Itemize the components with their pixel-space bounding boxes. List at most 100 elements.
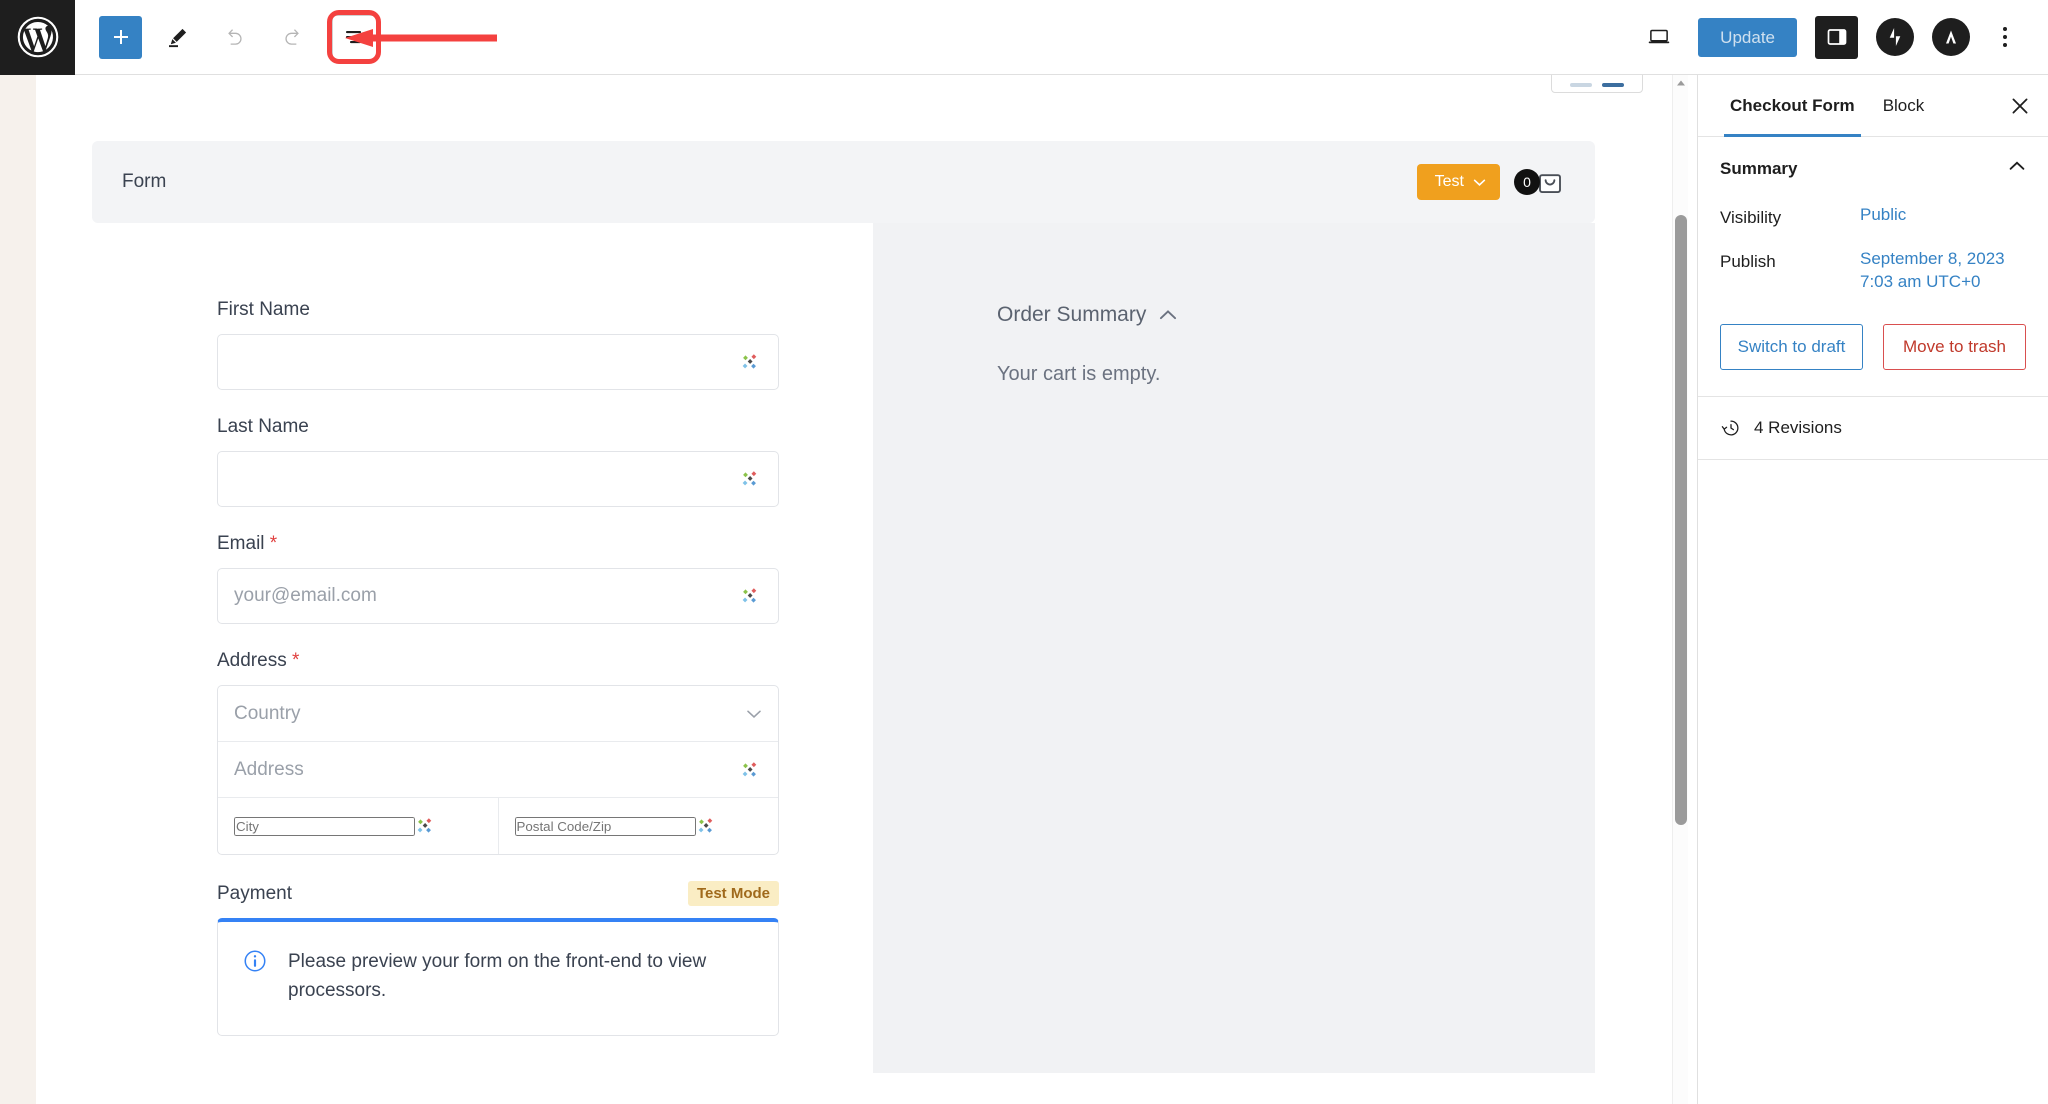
payment-notice-text: Please preview your form on the front-en… [288, 951, 707, 1001]
field-email: Email * [217, 533, 779, 624]
jetpack-icon [1889, 28, 1901, 46]
scrollbar-up-arrow[interactable] [1673, 75, 1689, 91]
cart-count-badge: 0 [1514, 169, 1540, 195]
checkout-form-block[interactable]: Form Test 0 First Name Last Name Email *… [92, 141, 1595, 1073]
test-mode-dropdown-label: Test [1434, 173, 1464, 190]
cart-indicator[interactable]: 0 [1514, 167, 1565, 197]
autofill-diamonds-icon[interactable] [740, 759, 762, 781]
close-sidebar-button[interactable] [1998, 84, 2042, 128]
field-label-email-text: Email [217, 533, 265, 554]
street-address-row[interactable] [218, 742, 778, 798]
autofill-diamonds-icon[interactable] [740, 351, 762, 373]
chevron-down-icon [747, 710, 761, 718]
triangle-plugin-icon [1946, 30, 1956, 44]
field-label-address: Address * [217, 650, 779, 672]
autofill-diamonds-icon[interactable] [740, 468, 762, 490]
city-input[interactable] [234, 816, 415, 836]
undo-arrow-icon [227, 29, 242, 45]
block-toolbar-peek[interactable] [1551, 75, 1643, 93]
list-view-button[interactable] [332, 15, 376, 59]
update-button[interactable]: Update [1698, 17, 1797, 57]
form-body: First Name Last Name Email * your@email.… [92, 223, 1595, 1073]
city-cell[interactable] [218, 798, 498, 854]
input-wrapper-email[interactable] [217, 568, 779, 624]
postal-code-input[interactable] [514, 816, 696, 836]
form-header-actions: Test 0 [1416, 164, 1565, 200]
autofill-diamonds-icon[interactable] [415, 815, 437, 837]
summary-collapse-toggle[interactable] [2008, 157, 2026, 180]
order-summary-title: Order Summary [997, 303, 1147, 326]
input-wrapper-last-name[interactable] [217, 451, 779, 507]
revisions-row[interactable]: 4 Revisions [1698, 397, 2048, 459]
pencil-icon [168, 28, 186, 48]
test-mode-badge: Test Mode [687, 881, 779, 906]
country-select[interactable] [234, 702, 746, 725]
publish-label: Publish [1720, 252, 1776, 271]
laptop-preview-icon [1648, 29, 1669, 44]
scrollbar-thumb[interactable] [1675, 215, 1687, 825]
publish-date-line-2: 7:03 am UTC+0 [1860, 271, 1981, 291]
field-first-name: First Name [217, 299, 779, 390]
required-asterisk-email: * [264, 533, 278, 554]
autofill-diamonds-icon[interactable] [696, 815, 718, 837]
document-overview-list-view-icon [346, 31, 361, 44]
toolbar-peek-item-1 [1570, 83, 1592, 87]
input-wrapper-first-name[interactable] [217, 334, 779, 390]
field-label-email: Email * [217, 533, 779, 555]
more-options-button[interactable] [1988, 16, 2022, 59]
plugin-button[interactable] [1932, 18, 1970, 56]
info-circle-icon [244, 950, 266, 972]
summary-section-header[interactable]: Summary [1698, 137, 2048, 196]
undo-button[interactable] [213, 16, 256, 59]
tab-checkout-form[interactable]: Checkout Form [1716, 75, 1869, 137]
wordpress-logo-button[interactable] [0, 0, 75, 75]
first-name-input[interactable] [234, 351, 740, 373]
field-address: Address * [217, 650, 779, 855]
visibility-value-button[interactable]: Public [1860, 204, 1906, 227]
preview-button[interactable] [1637, 16, 1680, 59]
kebab-more-options-icon [2003, 27, 2007, 31]
move-to-trash-button[interactable]: Move to trash [1883, 323, 2026, 370]
sidebar-divider-bottom [1698, 458, 2048, 460]
order-summary-empty-text: Your cart is empty. [997, 363, 1161, 385]
revisions-label: 4 Revisions [1754, 417, 1842, 437]
redo-arrow-icon [284, 29, 299, 45]
field-label-address-text: Address [217, 650, 287, 671]
form-left-column: First Name Last Name Email * your@email.… [92, 223, 873, 1073]
country-select-row[interactable] [218, 686, 778, 742]
edit-tool-button[interactable] [156, 16, 199, 59]
visibility-row: Visibility Public [1698, 196, 2048, 240]
payment-title: Payment [217, 882, 292, 904]
settings-sidebar-toggle-button[interactable] [1815, 15, 1858, 59]
last-name-input[interactable] [234, 468, 740, 490]
add-block-button[interactable] [99, 15, 142, 59]
switch-to-draft-button[interactable]: Switch to draft [1720, 323, 1863, 370]
order-summary-header[interactable]: Order Summary [997, 303, 1595, 327]
plus-icon [113, 30, 128, 44]
required-asterisk-address: * [286, 650, 300, 671]
order-summary-panel: Order Summary Your cart is empty. [873, 223, 1595, 1073]
sidebar-tab-bar: Checkout Form Block [1698, 75, 2048, 137]
postal-cell[interactable] [497, 798, 779, 854]
scroll-up-arrow-icon [1677, 80, 1685, 86]
field-last-name: Last Name [217, 416, 779, 507]
street-address-input[interactable] [234, 758, 740, 781]
chevron-up-icon[interactable] [1158, 305, 1178, 325]
test-mode-dropdown-button[interactable]: Test [1416, 164, 1500, 200]
payment-header: Payment Test Mode [217, 881, 779, 906]
editor-scrollbar[interactable] [1672, 75, 1688, 1104]
email-input[interactable] [234, 585, 740, 607]
form-block-header: Form Test 0 [92, 141, 1595, 223]
form-field-list: First Name Last Name Email * your@email.… [217, 299, 779, 1036]
post-action-buttons: Switch to draft Move to trash [1698, 302, 2048, 396]
list-view-button-wrapper [327, 10, 381, 64]
redo-button[interactable] [270, 16, 313, 59]
publish-date-button[interactable]: September 8, 2023 7:03 am UTC+0 [1860, 248, 2005, 294]
autofill-diamonds-icon[interactable] [740, 585, 762, 607]
editor-canvas: Form Test 0 First Name Last Name Email *… [36, 75, 1688, 1104]
form-block-title: Form [122, 171, 167, 192]
address-group [217, 685, 779, 855]
jetpack-button[interactable] [1876, 18, 1914, 56]
editor-top-bar: Update [0, 0, 2048, 75]
tab-block[interactable]: Block [1869, 75, 1939, 137]
